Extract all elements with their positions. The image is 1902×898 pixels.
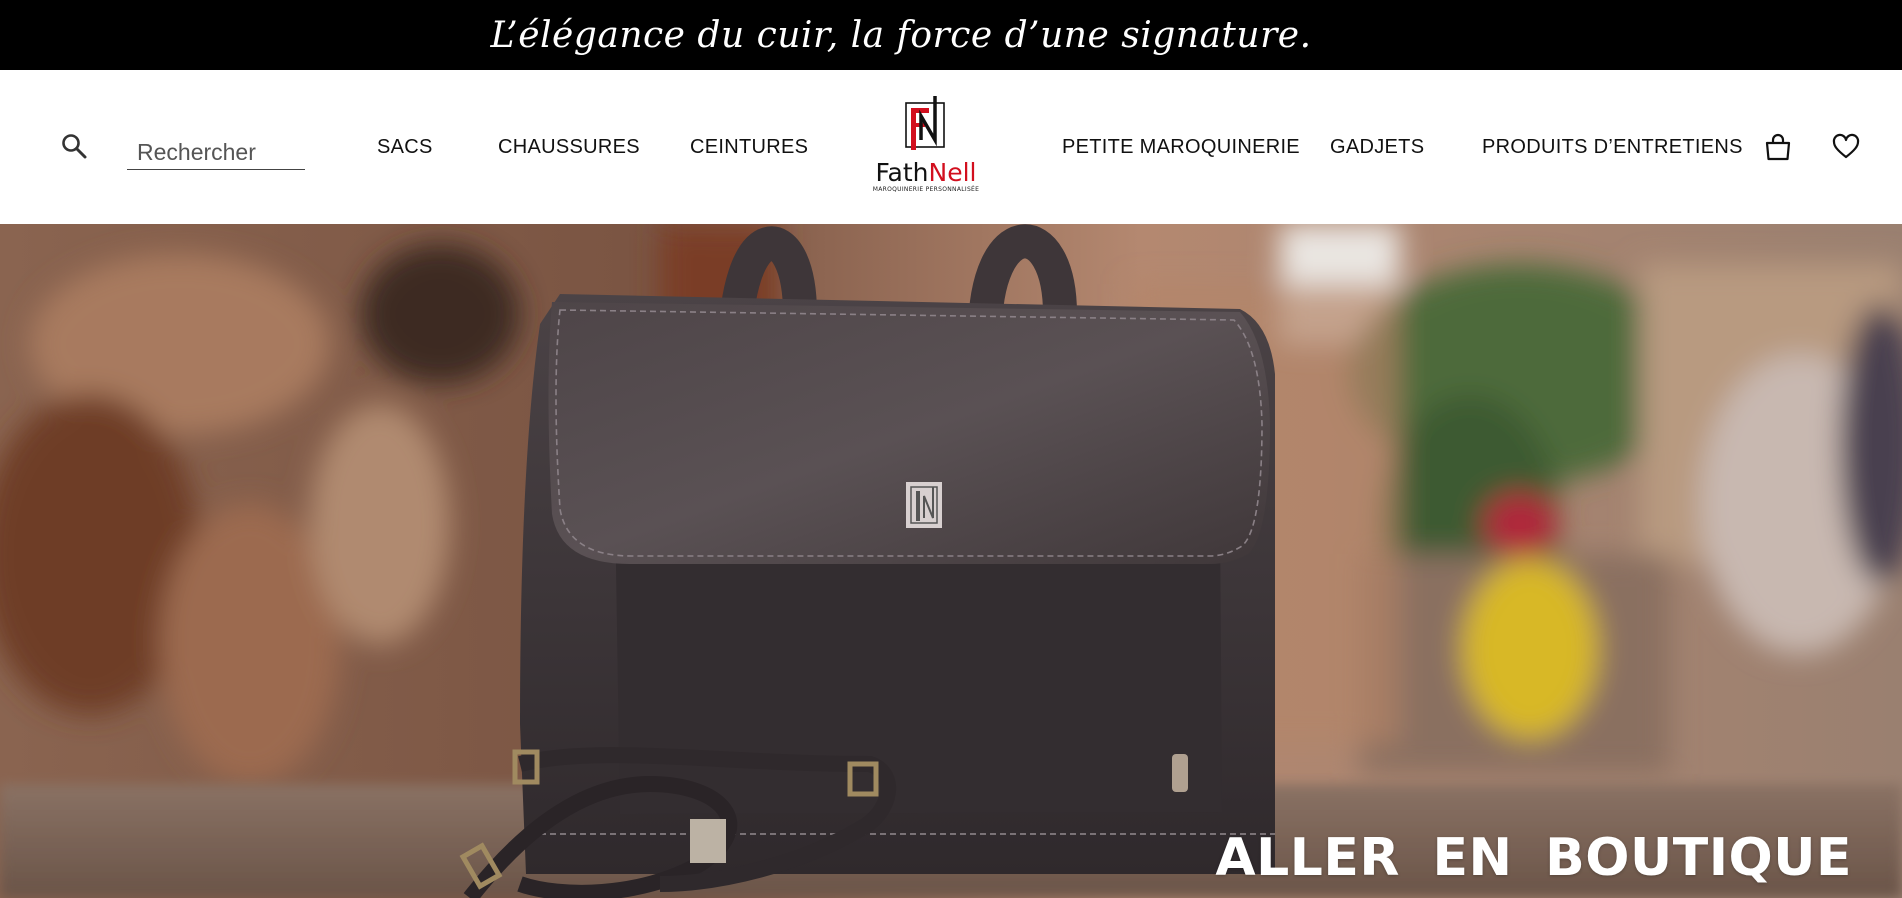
search-icon[interactable] [60, 132, 90, 162]
site-header: SACS CHAUSSURES CEINTURES FathNell MAROQ… [0, 70, 1902, 224]
heart-icon[interactable] [1831, 132, 1861, 162]
shop-now-link[interactable]: ALLER EN BOUTIQUE [1215, 828, 1852, 888]
hero-product-image [0, 224, 1902, 898]
search-input[interactable] [127, 136, 305, 170]
monogram-logo-icon [905, 96, 945, 150]
nav-link-produits-entretiens[interactable]: PRODUITS D’ENTRETIENS [1482, 136, 1743, 159]
brand-subtitle: MAROQUINERIE PERSONNALISÉE [872, 186, 980, 193]
nav-link-petite-maroquinerie[interactable]: PETITE MAROQUINERIE [1062, 136, 1300, 159]
brand-logo[interactable]: FathNell MAROQUINERIE PERSONNALISÉE [870, 94, 982, 204]
nav-link-chaussures[interactable]: CHAUSSURES [498, 136, 640, 159]
brand-name-red: Nell [928, 158, 977, 187]
announcement-bar: L’élégance du cuir, la force d’une signa… [0, 0, 1902, 70]
shopping-bag-icon[interactable] [1763, 132, 1793, 162]
nav-link-ceintures[interactable]: CEINTURES [690, 136, 808, 159]
brand-name-black: Fath [875, 158, 929, 187]
brand-name: FathNell [870, 160, 982, 186]
hero-banner: ALLER EN BOUTIQUE [0, 224, 1902, 898]
nav-link-gadjets[interactable]: GADJETS [1330, 136, 1424, 159]
nav-link-sacs[interactable]: SACS [377, 136, 433, 159]
announcement-text: L’élégance du cuir, la force d’une signa… [490, 14, 1312, 56]
